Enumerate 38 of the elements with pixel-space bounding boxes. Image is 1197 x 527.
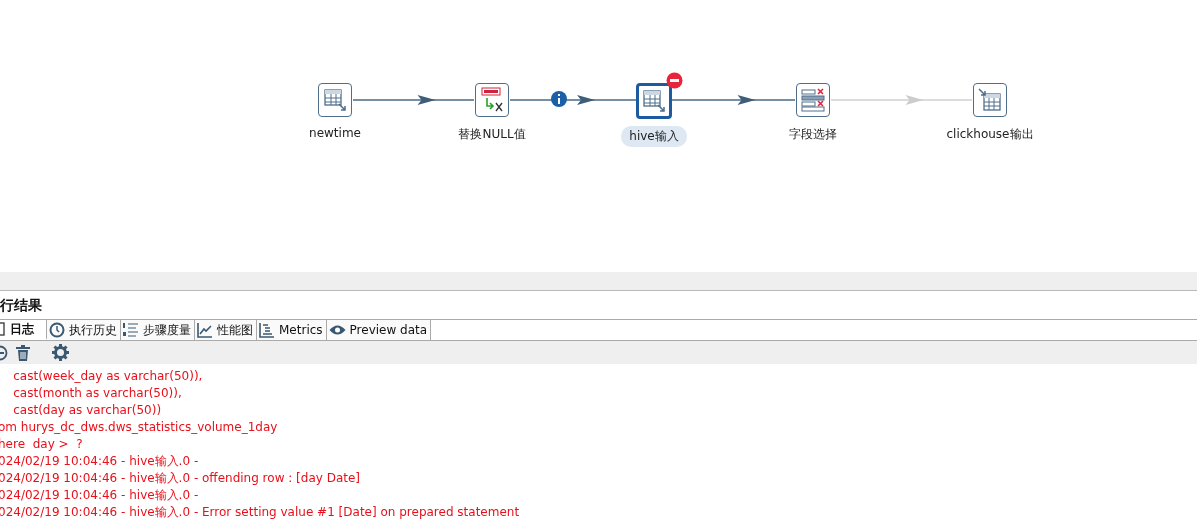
log-line: cast(week_day as varchar(50)), (12, 368, 204, 385)
settings-icon[interactable] (52, 344, 69, 361)
tab[interactable]: Metrics (257, 320, 327, 340)
tab[interactable]: Preview data (326, 320, 432, 340)
hop-arrow[interactable] (509, 95, 637, 105)
field-list-icon (800, 88, 826, 112)
hop-arrow[interactable] (671, 95, 796, 105)
line-chart-icon (197, 322, 213, 338)
step-label: 字段选择 (788, 126, 838, 143)
step-node[interactable] (796, 83, 830, 117)
tree-icon (259, 322, 275, 338)
tab[interactable]: 性能图 (195, 320, 257, 340)
step-node[interactable] (973, 83, 1007, 117)
null-replace-icon (479, 87, 505, 113)
info-icon (551, 91, 567, 107)
log-line: cast(month as varchar(50)), (12, 385, 183, 402)
panel-title: 行结果 (0, 296, 43, 315)
step-label: hive输入 (621, 126, 687, 147)
table-icon (978, 88, 1002, 112)
stop-icon[interactable] (0, 344, 8, 361)
step-node[interactable] (636, 83, 672, 119)
table-icon (323, 88, 347, 112)
clock-icon (49, 322, 65, 338)
step-node[interactable] (475, 83, 509, 117)
step-label: newtime (308, 125, 362, 142)
table-icon (642, 89, 666, 113)
eye-icon (328, 324, 346, 336)
tab[interactable]: 日志 (0, 320, 47, 340)
hop-arrow[interactable] (352, 95, 475, 105)
tab[interactable]: 执行历史 (47, 320, 121, 340)
step-label: clickhouse输出 (945, 126, 1035, 143)
log-line: cast(day as varchar(50)) (12, 402, 163, 419)
step-node[interactable] (318, 83, 352, 117)
numbered-list-icon (123, 322, 139, 338)
step-label: 替换NULL值 (457, 126, 527, 143)
trash-icon[interactable] (16, 344, 30, 361)
tab[interactable]: 步骤度量 (121, 320, 195, 340)
document-icon (0, 322, 6, 336)
